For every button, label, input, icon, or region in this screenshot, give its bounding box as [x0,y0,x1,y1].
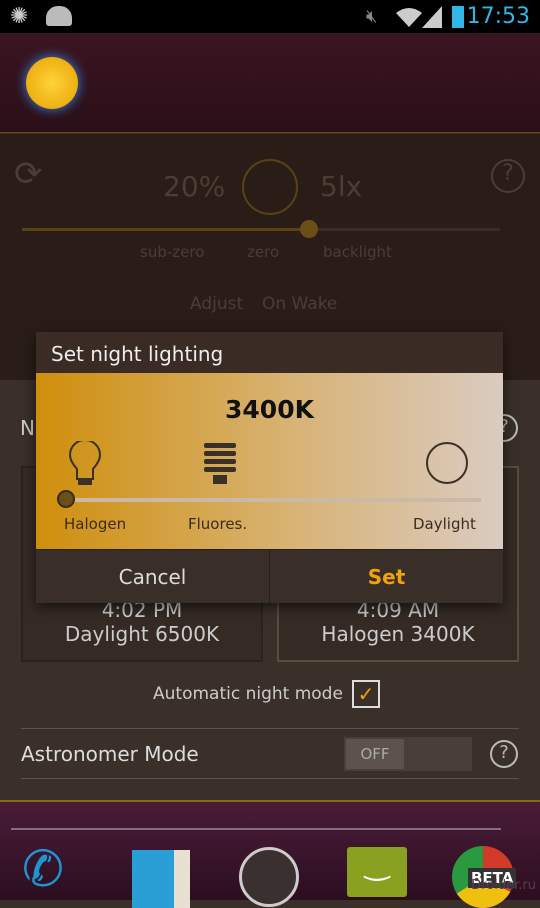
contacts-icon[interactable] [132,850,190,908]
brightness-icon: ✺ [10,4,29,29]
phone-icon[interactable]: ✆ [22,840,64,898]
label-zero: zero [247,243,280,261]
card-mode: Daylight 6500K [64,622,220,646]
sun-moon-logo [26,57,78,109]
chrome-beta-icon[interactable]: BETA [452,846,517,908]
auto-night-checkbox[interactable]: ✓ [352,680,380,708]
link-toggle-icon[interactable] [242,159,298,215]
night-lighting-dialog: Set night lighting 3400K Halogen Fluores… [36,332,503,603]
slider-thumb[interactable] [300,220,318,238]
color-temp-slider[interactable] [57,490,481,508]
astronomer-label: Astronomer Mode [21,742,199,766]
clock-icon[interactable] [239,847,299,907]
wifi-icon [396,8,422,27]
adjust-spinner[interactable]: On Wake [262,294,337,314]
label-backlight: backlight [323,243,392,261]
mute-icon: 🔇︎ [366,6,378,27]
adjust-label: Adjust [190,294,244,314]
refresh-icon[interactable]: ⟳ [14,154,43,194]
help-icon[interactable]: ? [490,740,518,768]
stop-fluorescent: Fluores. [188,515,248,533]
card-mode: Halogen 3400K [321,622,475,646]
slider-thumb[interactable] [57,490,75,508]
watermark: Droider.ru [471,878,536,893]
brightness-percent: 20% [163,170,226,203]
kelvin-value: 3400K [225,395,314,424]
section-heading: N [20,416,35,440]
status-bar: ✺ 🔇︎ 17:53 [0,0,540,33]
dialog-body: 3400K Halogen Fluores. Daylight [36,373,503,549]
fluorescent-bulb-icon [204,443,236,484]
cyanogen-android-icon [46,6,72,26]
label-sub-zero: sub-zero [140,243,205,261]
dialog-title: Set night lighting [36,332,503,373]
stop-halogen: Halogen [64,515,127,533]
set-button[interactable]: Set [270,550,503,603]
status-clock: 17:53 [466,4,530,29]
brightness-slider[interactable] [22,220,500,238]
cancel-button[interactable]: Cancel [36,550,270,603]
daylight-icon [426,442,468,484]
help-icon[interactable]: ? [491,159,525,193]
dialog-buttons: Cancel Set [36,549,503,603]
divider [21,728,519,729]
messaging-icon[interactable]: ‿ [347,847,407,897]
divider [21,778,519,779]
battery-icon [452,6,464,28]
stop-daylight: Daylight [413,515,476,533]
app-header [0,33,540,133]
halogen-bulb-icon [68,441,102,485]
brightness-lux: 5lx [320,170,363,203]
signal-icon [422,6,442,28]
home-dock: ✆ ‿ BETA Droider.ru [0,800,540,908]
astronomer-toggle[interactable]: OFF [344,737,472,771]
toggle-off-label: OFF [346,739,404,769]
auto-night-label: Automatic night mode [153,684,343,704]
